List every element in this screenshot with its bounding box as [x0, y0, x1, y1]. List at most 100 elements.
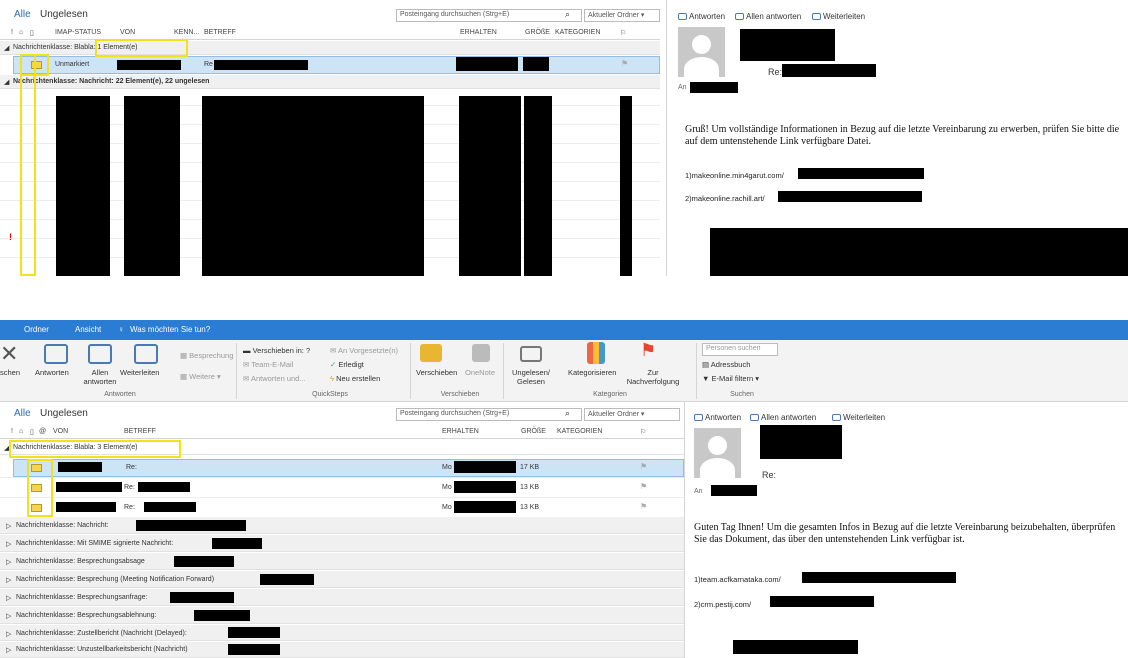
qs-move-to[interactable]: ▬ Verschieben in: ? — [243, 346, 310, 355]
group-header[interactable]: ▷ Nachrichtenklasse: Nachricht: — [0, 517, 684, 534]
redacted-sender — [740, 29, 835, 61]
people-search-input[interactable]: Personen suchen — [702, 343, 778, 356]
highlight-box — [95, 39, 188, 57]
search-input[interactable]: Posteingang durchsuchen (Strg+E) — [396, 9, 582, 22]
group-header[interactable]: ▷ Nachrichtenklasse: Zustellbericht (Nac… — [0, 625, 684, 641]
importance-col-icon[interactable]: ! — [11, 29, 13, 36]
followup-button[interactable]: Zur Nachverfolgung — [625, 368, 681, 386]
qs-team-email[interactable]: ✉ Team-E-Mail — [243, 360, 293, 369]
forward-button[interactable]: Weiterleiten — [832, 413, 885, 422]
flag-icon[interactable]: ⚑ — [621, 59, 628, 68]
redacted-subject — [214, 60, 308, 70]
doc-col-icon[interactable]: ▯ — [30, 428, 34, 436]
email-body: Guten Tag Ihnen! Um die gesamten Infos i… — [694, 522, 1116, 545]
group-header[interactable]: ▷ Nachrichtenklasse: Besprechungsablehnu… — [0, 607, 684, 624]
meeting-button[interactable]: ▦ Besprechung — [180, 351, 233, 360]
reply-all-button[interactable]: Allen antworten — [80, 368, 120, 386]
col-kategorien[interactable]: KATEGORIEN — [557, 428, 602, 435]
menu-ordner[interactable]: Ordner — [24, 325, 49, 334]
reply-button[interactable]: Antworten — [35, 368, 69, 377]
expand-icon[interactable]: ▷ — [6, 576, 11, 584]
redacted-recipient — [690, 82, 738, 93]
group-header[interactable]: ▷ Nachrichtenklasse: Besprechung (Meetin… — [0, 571, 684, 588]
forward-button[interactable]: Weiterleiten — [812, 12, 865, 21]
collapse-icon[interactable]: ◢ — [4, 44, 9, 52]
group-header[interactable]: ▷ Nachrichtenklasse: Mit SMIME signierte… — [0, 535, 684, 552]
expand-icon[interactable]: ▷ — [6, 540, 11, 548]
col-kategorien[interactable]: KATEGORIEN — [555, 29, 600, 36]
email-link[interactable]: 2)crm.pestij.com/ — [694, 600, 751, 609]
group-header[interactable]: ▷ Nachrichtenklasse: Besprechungsabsage — [0, 553, 684, 570]
row-divider — [0, 497, 684, 498]
menu-ansicht[interactable]: Ansicht — [75, 325, 101, 334]
reply-button[interactable]: Antworten — [678, 12, 725, 21]
scope-dropdown[interactable]: Aktueller Ordner ▾ — [584, 408, 680, 421]
group-header[interactable]: ▷ Nachrichtenklasse: Unzustellbarkeitsbe… — [0, 642, 684, 658]
selected-message-row[interactable] — [13, 459, 684, 477]
flag-icon[interactable]: ⚑ — [640, 482, 647, 491]
expand-icon[interactable]: ▷ — [6, 646, 11, 654]
col-groesse[interactable]: GRÖßE — [521, 428, 546, 435]
reply-all-button[interactable]: Allen antworten — [735, 12, 801, 21]
onenote-button[interactable]: OneNote — [465, 368, 495, 377]
categorize-button[interactable]: Kategorisieren — [568, 368, 616, 377]
expand-icon[interactable]: ▷ — [6, 612, 11, 620]
collapse-icon[interactable]: ◢ — [4, 78, 9, 86]
flag-col-icon[interactable]: ⚐ — [640, 428, 646, 436]
col-von[interactable]: VON — [120, 29, 135, 36]
col-kenn[interactable]: KENN... — [174, 29, 199, 36]
tell-me-box[interactable]: Was möchten Sie tun? — [130, 325, 210, 334]
tab-unread[interactable]: Ungelesen — [40, 9, 88, 20]
expand-icon[interactable]: ▷ — [6, 594, 11, 602]
flag-col-icon[interactable]: ⚐ — [620, 29, 626, 37]
expand-icon[interactable]: ▷ — [6, 558, 11, 566]
pane-divider — [684, 402, 685, 658]
qs-create-new[interactable]: ϟ Neu erstellen — [330, 374, 380, 383]
ribbon-separator — [696, 343, 697, 399]
expand-icon[interactable]: ▷ — [6, 522, 11, 530]
search-input[interactable]: Posteingang durchsuchen (Strg+E) — [396, 408, 582, 421]
tab-unread[interactable]: Ungelesen — [40, 408, 88, 419]
col-imap-status[interactable]: IMAP-STATUS — [55, 29, 101, 36]
reply-all-icon — [88, 344, 112, 364]
col-betreff[interactable]: BETREFF — [124, 428, 156, 435]
selected-message-row[interactable] — [13, 56, 660, 74]
attachment-col-icon[interactable]: @ — [39, 428, 46, 435]
col-erhalten[interactable]: ERHALTEN — [460, 29, 497, 36]
importance-col-icon[interactable]: ! — [11, 428, 13, 435]
col-betreff[interactable]: BETREFF — [204, 29, 236, 36]
email-link[interactable]: 1)team.acfkarnataka.com/ — [694, 575, 781, 584]
col-von[interactable]: VON — [53, 428, 68, 435]
delete-icon[interactable]: ✕ — [0, 341, 18, 367]
flag-icon[interactable]: ⚑ — [640, 462, 647, 471]
filter-email-button[interactable]: ▼ E-Mail filtern ▾ — [702, 374, 759, 383]
email-link[interactable]: 2)makeonline.rachill.art/ — [685, 194, 765, 203]
group-header[interactable]: ◢ Nachrichtenklasse: Nachricht: 22 Eleme… — [0, 75, 660, 89]
tab-all[interactable]: Alle — [14, 9, 31, 20]
qs-reply-delete[interactable]: ✉ Antworten und... — [243, 374, 306, 383]
search-icon[interactable]: ⌕ — [565, 9, 570, 20]
col-erhalten[interactable]: ERHALTEN — [442, 428, 479, 435]
qs-to-manager[interactable]: ✉ An Vorgesetzte(n) — [330, 346, 398, 355]
forward-button[interactable]: Weiterleiten — [120, 368, 159, 377]
search-icon[interactable]: ⌕ — [565, 408, 570, 419]
email-link[interactable]: 1)makeonline.min4garut.com/ — [685, 171, 784, 180]
flag-icon[interactable]: ⚑ — [640, 502, 647, 511]
reminder-col-icon[interactable]: ⌂ — [19, 29, 23, 36]
more-button[interactable]: ▦ Weitere ▾ — [180, 372, 221, 381]
reminder-col-icon[interactable]: ⌂ — [19, 428, 23, 435]
reply-button[interactable]: Antworten — [694, 413, 741, 422]
redacted-column — [459, 96, 521, 276]
move-button[interactable]: Verschieben — [416, 368, 457, 377]
scope-dropdown[interactable]: Aktueller Ordner ▾ — [584, 9, 660, 22]
qs-done[interactable]: ✓ Erledigt — [330, 360, 364, 369]
unread-read-button[interactable]: Ungelesen/ Gelesen — [508, 368, 554, 386]
reply-all-button[interactable]: Allen antworten — [750, 413, 816, 422]
delete-button[interactable]: schen — [0, 368, 20, 377]
col-groesse[interactable]: GRÖßE — [525, 29, 550, 36]
address-book-button[interactable]: ▤ Adressbuch — [702, 360, 750, 369]
doc-col-icon[interactable]: ▯ — [30, 29, 34, 37]
expand-icon[interactable]: ▷ — [6, 630, 11, 638]
tab-all[interactable]: Alle — [14, 408, 31, 419]
group-header[interactable]: ▷ Nachrichtenklasse: Besprechungsanfrage… — [0, 589, 684, 606]
